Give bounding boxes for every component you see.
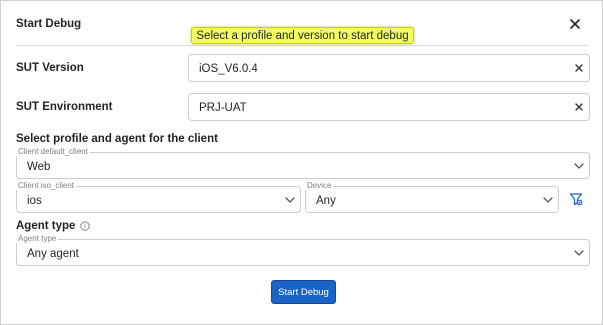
iso-client-label: Client iso_client: [16, 181, 77, 190]
sut-environment-field[interactable]: PRJ-UAT: [188, 93, 590, 121]
device-select[interactable]: Any: [305, 186, 559, 213]
chevron-down-icon: [573, 247, 585, 259]
close-icon: [575, 103, 583, 111]
clear-sut-environment-button[interactable]: [573, 101, 585, 113]
hint-tooltip: Select a profile and version to start de…: [191, 27, 414, 44]
sut-version-field[interactable]: iOS_V6.0.4: [188, 54, 590, 82]
dialog-title: Start Debug: [16, 18, 82, 30]
sut-version-label: SUT Version: [16, 62, 84, 74]
device-label: Device: [305, 181, 334, 190]
chevron-down-icon: [284, 194, 296, 206]
start-debug-button[interactable]: Start Debug: [271, 280, 336, 304]
agent-type-value: Any agent: [27, 248, 79, 260]
default-client-label: Client default_client: [16, 147, 90, 156]
iso-client-select[interactable]: ios: [16, 186, 301, 213]
agent-type-select[interactable]: Any agent: [16, 239, 590, 266]
agent-type-title: Agent type: [16, 220, 76, 232]
sut-environment-value: PRJ-UAT: [199, 102, 247, 114]
chevron-down-icon: [573, 160, 585, 172]
default-client-select[interactable]: Web: [16, 152, 590, 179]
clear-sut-version-button[interactable]: [573, 62, 585, 74]
agent-type-field-label: Agent type: [16, 234, 59, 243]
sut-environment-label: SUT Environment: [16, 101, 113, 113]
start-debug-dialog: Start Debug Select a profile and version…: [0, 0, 603, 325]
close-button[interactable]: [566, 15, 584, 33]
header-divider: [16, 45, 589, 46]
close-icon: [570, 19, 580, 29]
info-icon[interactable]: [80, 221, 91, 231]
device-value: Any: [316, 195, 336, 207]
default-client-value: Web: [27, 161, 51, 173]
sut-version-value: iOS_V6.0.4: [199, 63, 258, 75]
filter-button[interactable]: [569, 192, 583, 206]
iso-client-value: ios: [27, 195, 42, 207]
close-icon: [575, 64, 583, 72]
filter-icon: [569, 193, 583, 206]
profile-section-title: Select profile and agent for the client: [16, 133, 218, 145]
agent-type-heading: Agent type: [16, 220, 91, 232]
chevron-down-icon: [542, 194, 554, 206]
